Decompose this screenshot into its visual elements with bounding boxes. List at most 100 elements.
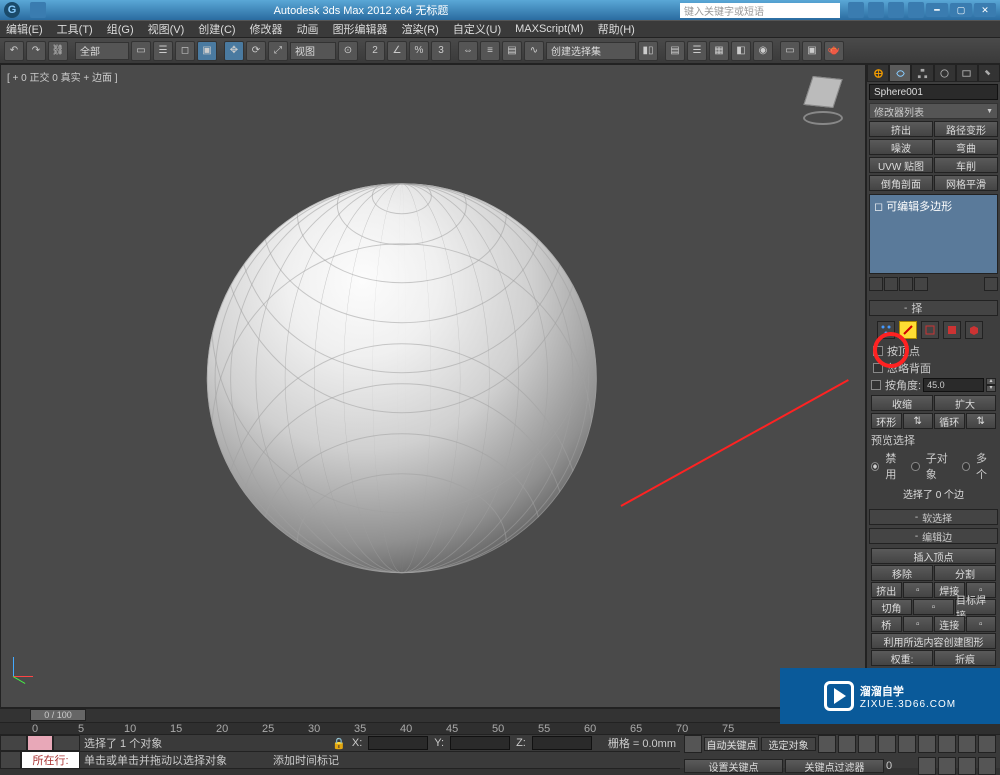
menu-custom[interactable]: 自定义(U) — [453, 21, 501, 37]
snap-2d-button[interactable]: 2 — [365, 41, 385, 61]
redo-button[interactable]: ↷ — [26, 41, 46, 61]
key-mode-button[interactable] — [684, 735, 702, 753]
play-button[interactable] — [838, 735, 856, 753]
crease-button[interactable]: 折痕 — [934, 650, 996, 666]
graph-button[interactable]: ▦ — [709, 41, 729, 61]
modifier-stack[interactable]: ◻ 可编辑多边形 — [869, 194, 998, 274]
subobj-polygon-button[interactable] — [943, 321, 961, 339]
undo-button[interactable]: ↶ — [4, 41, 24, 61]
menu-create[interactable]: 创建(C) — [198, 21, 235, 37]
create-shape-button[interactable]: 利用所选内容创建图形 — [871, 633, 996, 649]
tab-utilities[interactable] — [978, 64, 1000, 82]
connect-settings-button[interactable]: ▫ — [966, 616, 997, 632]
viewcube[interactable] — [801, 77, 845, 121]
loop-button[interactable]: 循环 — [934, 413, 965, 429]
bridge-button[interactable]: 桥 — [871, 616, 902, 632]
setkey-button[interactable]: 设置关键点 — [684, 759, 783, 773]
rollout-soft-select[interactable]: 软选择 — [869, 509, 998, 525]
show-end-button[interactable] — [884, 277, 898, 291]
coord-sys-dropdown[interactable]: 视图 — [290, 42, 336, 60]
by-angle-checkbox[interactable]: 按角度: — [871, 377, 921, 393]
move-button[interactable]: ✥ — [224, 41, 244, 61]
mirror2-button[interactable]: ▮▯ — [638, 41, 658, 61]
named-selset-dropdown[interactable]: 创建选择集 — [546, 42, 636, 60]
mod-lathe-button[interactable]: 车削 — [934, 157, 998, 173]
ring-button[interactable]: 环形 — [871, 413, 902, 429]
configure-button[interactable] — [984, 277, 998, 291]
extrude-settings-button[interactable]: ▫ — [903, 582, 934, 598]
curve-editor-button[interactable]: ∿ — [524, 41, 544, 61]
menu-anim[interactable]: 动画 — [297, 21, 319, 37]
connect-button[interactable]: 连接 — [934, 616, 965, 632]
lock-icon[interactable]: 🔒 — [332, 737, 346, 750]
coord-x-input[interactable] — [368, 736, 428, 750]
nav8-button[interactable] — [978, 757, 996, 775]
shrink-button[interactable]: 收缩 — [871, 395, 933, 411]
sphere-object[interactable] — [207, 183, 597, 573]
help-icon[interactable] — [908, 2, 924, 18]
mod-bend-button[interactable]: 弯曲 — [934, 139, 998, 155]
mod-noise-button[interactable]: 噪波 — [869, 139, 933, 155]
viewcube-cube-icon[interactable] — [803, 76, 842, 108]
extrude-button[interactable]: 挤出 — [871, 582, 902, 598]
bridge-settings-button[interactable]: ▫ — [903, 616, 934, 632]
remove-mod-button[interactable] — [914, 277, 928, 291]
select-name-button[interactable]: ☰ — [153, 41, 173, 61]
macro-rec-button[interactable] — [27, 735, 54, 751]
weight-button[interactable]: 权重: — [871, 650, 933, 666]
tab-display[interactable] — [956, 64, 978, 82]
ring-spin[interactable]: ⇅ — [903, 413, 934, 429]
subobj-border-button[interactable] — [921, 321, 939, 339]
link-button[interactable]: ⛓ — [48, 41, 68, 61]
keyfilter-button[interactable]: 关键点过滤器 — [785, 759, 884, 773]
time-slider-handle[interactable]: 0 / 100 — [30, 709, 86, 721]
layer-button[interactable]: ▤ — [502, 41, 522, 61]
favorite-icon[interactable] — [888, 2, 904, 18]
menu-render[interactable]: 渲染(R) — [402, 21, 439, 37]
coord-z-input[interactable] — [532, 736, 592, 750]
mod-bevel-button[interactable]: 倒角剖面 — [869, 175, 933, 191]
nav7-button[interactable] — [958, 757, 976, 775]
menu-edit[interactable]: 编辑(E) — [6, 21, 43, 37]
viewport-nav2-button[interactable] — [938, 735, 956, 753]
maxscript-mini-button[interactable] — [0, 735, 27, 751]
material-button[interactable]: ◉ — [753, 41, 773, 61]
render-frame-button[interactable]: ▣ — [802, 41, 822, 61]
menu-help[interactable]: 帮助(H) — [598, 21, 635, 37]
window-crossing-button[interactable]: ▣ — [197, 41, 217, 61]
viewport-nav1-button[interactable] — [918, 735, 936, 753]
prev-key-button[interactable] — [818, 735, 836, 753]
viewport-nav4-button[interactable] — [978, 735, 996, 753]
menu-tools[interactable]: 工具(T) — [57, 21, 93, 37]
scale-button[interactable]: ⤢ — [268, 41, 288, 61]
menu-graph[interactable]: 图形编辑器 — [333, 21, 388, 37]
align2-button[interactable]: ▤ — [665, 41, 685, 61]
nav5-button[interactable] — [918, 757, 936, 775]
snap-percent-button[interactable]: % — [409, 41, 429, 61]
viewcube-ring-icon[interactable] — [803, 111, 843, 125]
tab-motion[interactable] — [934, 64, 956, 82]
mod-uvw-button[interactable]: UVW 贴图 — [869, 157, 933, 173]
signin-icon[interactable] — [868, 2, 884, 18]
target-weld-button[interactable]: 目标焊接 — [955, 599, 996, 615]
maximize-button[interactable]: ▢ — [950, 3, 972, 17]
render-setup-button[interactable]: ▭ — [780, 41, 800, 61]
remove-button[interactable]: 移除 — [871, 565, 933, 581]
recent-icon[interactable] — [30, 2, 46, 18]
insert-vertex-button[interactable]: 插入顶点 — [871, 548, 996, 564]
viewport[interactable]: [ + 0 正交 0 真实 + 边面 ] — [0, 64, 866, 708]
modifier-list-dropdown[interactable]: 修改器列表 — [869, 103, 998, 119]
angle-spinner[interactable]: 45.0 — [923, 378, 984, 392]
align-button[interactable]: ≡ — [480, 41, 500, 61]
unique-button[interactable] — [899, 277, 913, 291]
pivot-button[interactable]: ⊙ — [338, 41, 358, 61]
next-key-button[interactable] — [858, 735, 876, 753]
stack-item-editablepoly[interactable]: ◻ 可编辑多边形 — [872, 197, 995, 215]
loop-spin[interactable]: ⇅ — [966, 413, 997, 429]
viewport-nav3-button[interactable] — [958, 735, 976, 753]
coord-y-input[interactable] — [450, 736, 510, 750]
help-search-input[interactable]: 键入关键字或短语 — [680, 3, 840, 18]
preview-subobj-radio[interactable] — [911, 462, 919, 471]
chamfer-settings-button[interactable]: ▫ — [913, 599, 954, 615]
autokey-button[interactable]: 自动关键点 — [704, 737, 759, 751]
